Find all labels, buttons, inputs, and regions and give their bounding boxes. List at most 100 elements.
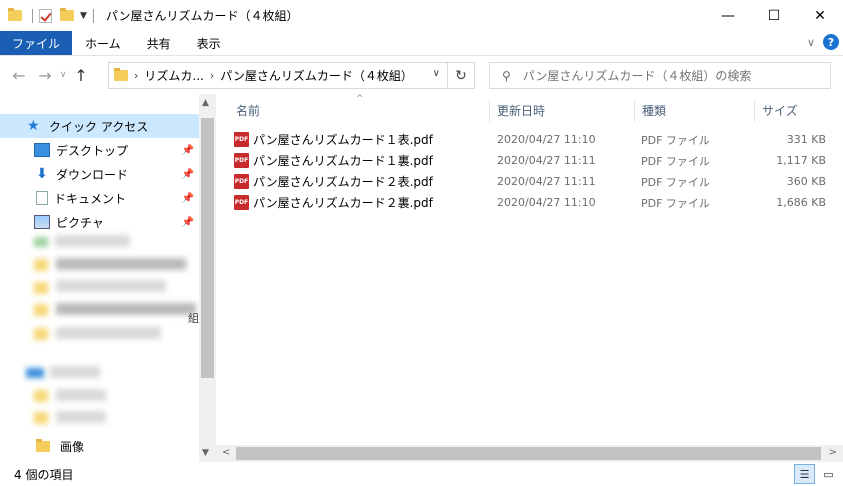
pdf-file-icon: PDF	[234, 153, 249, 168]
pin-icon[interactable]: 📌	[182, 217, 194, 228]
file-size: 331 KB	[786, 133, 826, 146]
search-input[interactable]	[522, 68, 813, 83]
folder-icon	[114, 68, 128, 81]
file-name: パン屋さんリズムカード１裏.pdf	[253, 154, 433, 168]
scroll-right-icon[interactable]: >	[829, 447, 837, 458]
file-name: パン屋さんリズムカード１表.pdf	[253, 133, 433, 147]
download-icon: ⬇	[36, 166, 48, 182]
folder-icon	[8, 8, 22, 21]
maximize-button[interactable]: ☐	[751, 0, 797, 31]
customize-toolbar-icon[interactable]: ▼	[80, 11, 87, 21]
search-icon: ⚲	[502, 68, 511, 83]
file-size: 1,686 KB	[776, 196, 826, 209]
file-row[interactable]: PDF パン屋さんリズムカード１裏.pdf 2020/04/27 11:11 PD…	[234, 150, 834, 171]
sidebar-item-quick-access[interactable]: ★ クイック アクセス	[0, 114, 199, 138]
blurred-icon	[26, 368, 44, 378]
breadcrumb-current[interactable]: パン屋さんリズムカード（４枚組）	[220, 67, 413, 84]
pin-icon[interactable]: 📌	[182, 169, 194, 180]
address-bar[interactable]: › リズムカ... › パン屋さんリズムカード（４枚組） ∨ ↻	[108, 62, 475, 89]
view-switcher: ☰ ▭	[794, 464, 839, 484]
blurred-label	[56, 327, 161, 339]
sidebar-item-images[interactable]: 画像	[0, 434, 199, 458]
toolbar-divider	[92, 8, 94, 23]
window-controls: — ☐ ✕	[705, 0, 843, 31]
sidebar-item-label: デスクトップ	[56, 143, 129, 158]
expand-ribbon-icon[interactable]: ∨	[807, 36, 815, 49]
scroll-down-icon[interactable]: ▼	[202, 448, 209, 458]
details-view-icon[interactable]: ☰	[794, 464, 815, 484]
file-row[interactable]: PDF パン屋さんリズムカード１表.pdf 2020/04/27 11:10 PD…	[234, 129, 834, 150]
scrollbar-thumb[interactable]	[236, 447, 821, 460]
pdf-file-icon: PDF	[234, 195, 249, 210]
sidebar-item-documents[interactable]: ドキュメント 📌	[0, 186, 199, 210]
sidebar-scrollbar[interactable]: ▲ ▼	[199, 94, 216, 462]
sidebar-item-downloads[interactable]: ⬇ ダウンロード 📌	[0, 162, 199, 186]
new-folder-icon[interactable]	[60, 8, 74, 21]
minimize-button[interactable]: —	[705, 0, 751, 31]
pin-icon[interactable]: 📌	[182, 193, 194, 204]
scroll-left-icon[interactable]: <	[222, 447, 230, 458]
sidebar-item-pictures[interactable]: ピクチャ 📌	[0, 210, 199, 234]
column-divider[interactable]	[754, 100, 755, 122]
scrollbar-thumb[interactable]	[201, 118, 214, 378]
sidebar-item-label: 画像	[60, 439, 85, 454]
search-box[interactable]: ⚲	[489, 62, 831, 89]
recent-locations-button[interactable]: ∨	[56, 70, 70, 80]
folder-icon	[34, 390, 48, 402]
blurred-label	[56, 411, 106, 423]
sidebar-item-desktop[interactable]: デスクトップ 📌	[0, 138, 199, 162]
column-header-name[interactable]: 名前	[236, 94, 260, 126]
sidebar-item-label: クイック アクセス	[49, 119, 149, 134]
quick-access-toolbar: ▼	[0, 0, 100, 31]
blurred-icon	[34, 237, 48, 247]
tab-share[interactable]: 共有	[134, 31, 184, 55]
file-size: 360 KB	[786, 175, 826, 188]
up-button[interactable]: ↑	[70, 66, 92, 85]
breadcrumb-parent[interactable]: リズムカ...	[144, 67, 203, 84]
pin-icon[interactable]: 📌	[182, 145, 194, 156]
tab-home[interactable]: ホーム	[72, 31, 134, 55]
column-header-type[interactable]: 種類	[642, 94, 666, 126]
large-icons-view-icon[interactable]: ▭	[818, 464, 839, 484]
scroll-up-icon[interactable]: ▲	[202, 98, 209, 108]
blurred-label	[50, 366, 100, 378]
column-divider[interactable]	[489, 100, 490, 122]
blurred-label	[56, 258, 186, 270]
file-type: PDF ファイル	[641, 154, 710, 168]
file-row[interactable]: PDF パン屋さんリズムカード２表.pdf 2020/04/27 11:11 PD…	[234, 171, 834, 192]
folder-icon	[36, 438, 50, 452]
back-button[interactable]: ←	[8, 66, 30, 85]
folder-icon	[34, 282, 48, 294]
forward-button[interactable]: →	[34, 66, 56, 85]
file-date: 2020/04/27 11:10	[497, 133, 596, 146]
file-name: パン屋さんリズムカード２表.pdf	[253, 175, 433, 189]
properties-icon[interactable]	[39, 8, 52, 23]
column-divider[interactable]	[634, 100, 635, 122]
pictures-icon	[34, 215, 50, 229]
help-icon[interactable]: ?	[823, 34, 839, 50]
column-header-size[interactable]: サイズ	[762, 94, 798, 126]
tab-file[interactable]: ファイル	[0, 31, 73, 55]
close-button[interactable]: ✕	[797, 0, 843, 31]
sidebar-item-label: ドキュメント	[54, 191, 127, 206]
folder-icon	[34, 328, 48, 340]
folder-icon	[34, 304, 48, 316]
folder-icon	[34, 412, 48, 424]
column-header-date[interactable]: 更新日時	[497, 94, 545, 126]
horizontal-scrollbar[interactable]: < >	[216, 445, 843, 462]
file-type: PDF ファイル	[641, 196, 710, 210]
tab-view[interactable]: 表示	[184, 31, 234, 55]
desktop-icon	[34, 143, 50, 157]
file-row[interactable]: PDF パン屋さんリズムカード２裏.pdf 2020/04/27 11:10 PD…	[234, 192, 834, 213]
chevron-right-icon[interactable]: ›	[210, 69, 214, 82]
chevron-right-icon[interactable]: ›	[134, 69, 138, 82]
blurred-label	[56, 280, 166, 292]
folder-icon	[34, 259, 48, 271]
status-bar: 4 個の項目 ☰ ▭	[0, 462, 843, 486]
chevron-down-icon[interactable]: ∨	[433, 68, 440, 79]
star-icon: ★	[27, 118, 40, 134]
sort-ascending-icon: ^	[356, 94, 364, 104]
blurred-label	[56, 389, 106, 401]
refresh-button[interactable]: ↻	[447, 63, 474, 88]
file-type: PDF ファイル	[641, 133, 710, 147]
